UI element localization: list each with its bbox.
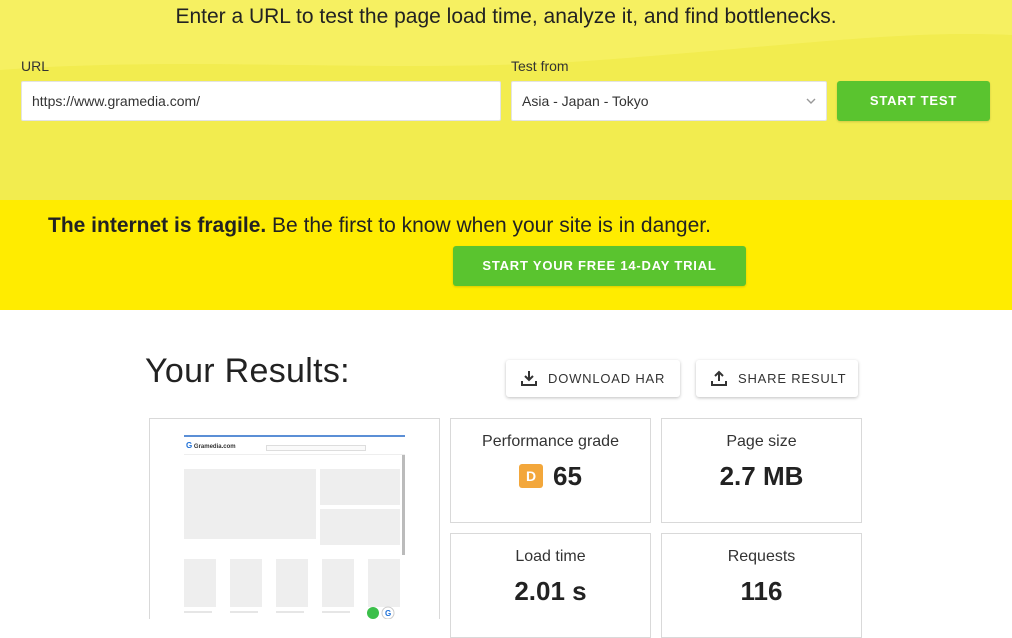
page-size-label: Page size bbox=[726, 433, 797, 450]
thumbnail-page: G Gramedia.com G bbox=[184, 435, 405, 619]
thumbnail-side-banner bbox=[320, 469, 400, 505]
thumbnail-text-line bbox=[184, 611, 212, 613]
start-test-button[interactable]: START TEST bbox=[837, 81, 990, 121]
thumbnail-product bbox=[368, 559, 400, 607]
grade-badge: D bbox=[519, 464, 544, 488]
load-time-value: 2.01 s bbox=[514, 576, 587, 606]
hero-title: Enter a URL to test the page load time, … bbox=[175, 5, 837, 28]
url-input[interactable]: https://www.gramedia.com/ bbox=[21, 81, 501, 121]
page-size-value: 2.7 MB bbox=[719, 461, 804, 491]
performance-grade-value: D 65 bbox=[451, 461, 650, 492]
test-from-label: Test from bbox=[511, 58, 569, 74]
promo-subtext: Be the first to know when your site is i… bbox=[266, 214, 711, 237]
load-time-label: Load time bbox=[515, 548, 586, 565]
page-screenshot-thumbnail[interactable]: G Gramedia.com G bbox=[149, 418, 440, 619]
requests-value: 116 bbox=[740, 576, 783, 606]
performance-grade-card: Performance grade D 65 bbox=[450, 418, 651, 523]
download-icon bbox=[521, 371, 537, 386]
requests-label: Requests bbox=[727, 548, 796, 565]
share-result-label: SHARE RESULT bbox=[738, 371, 847, 386]
promo-text: The internet is fragile. Be the first to… bbox=[48, 214, 711, 238]
thumbnail-banner bbox=[184, 469, 316, 539]
page-size-card: Page size 2.7 MB bbox=[661, 418, 862, 523]
thumbnail-product bbox=[276, 559, 308, 607]
url-label: URL bbox=[21, 58, 50, 74]
thumbnail-scrollbar bbox=[402, 455, 405, 555]
test-from-value: Asia - Japan - Tokyo bbox=[522, 93, 649, 109]
thumbnail-product bbox=[184, 559, 216, 607]
thumbnail-header: G Gramedia.com bbox=[184, 437, 405, 455]
thumbnail-product bbox=[322, 559, 354, 607]
thumbnail-logo: G Gramedia.com bbox=[186, 441, 236, 450]
thumbnail-product bbox=[230, 559, 262, 607]
share-result-button[interactable]: SHARE RESULT bbox=[696, 360, 858, 397]
thumbnail-chat-icons: G bbox=[367, 606, 395, 619]
results-title: Your Results: bbox=[145, 352, 350, 390]
promo-headline: The internet is fragile. bbox=[48, 214, 267, 237]
download-har-button[interactable]: DOWNLOAD HAR bbox=[506, 360, 680, 397]
thumbnail-side-banner bbox=[320, 509, 400, 545]
thumbnail-text-line bbox=[276, 611, 304, 613]
promo-banner: The internet is fragile. Be the first to… bbox=[0, 200, 1012, 310]
test-from-select[interactable]: Asia - Japan - Tokyo bbox=[511, 81, 827, 121]
download-har-label: DOWNLOAD HAR bbox=[548, 371, 666, 386]
test-form-section: Enter a URL to test the page load time, … bbox=[0, 0, 1012, 200]
share-icon bbox=[711, 370, 727, 386]
free-trial-button[interactable]: START YOUR FREE 14-DAY TRIAL bbox=[453, 246, 746, 286]
thumbnail-text-line bbox=[322, 611, 350, 613]
requests-card: Requests 116 bbox=[661, 533, 862, 638]
thumbnail-text-line bbox=[230, 611, 258, 613]
chevron-down-icon bbox=[806, 98, 816, 104]
svg-text:G: G bbox=[385, 609, 391, 618]
thumbnail-search bbox=[266, 445, 366, 451]
performance-grade-label: Performance grade bbox=[482, 433, 619, 450]
performance-score: 65 bbox=[553, 461, 582, 491]
load-time-card: Load time 2.01 s bbox=[450, 533, 651, 638]
